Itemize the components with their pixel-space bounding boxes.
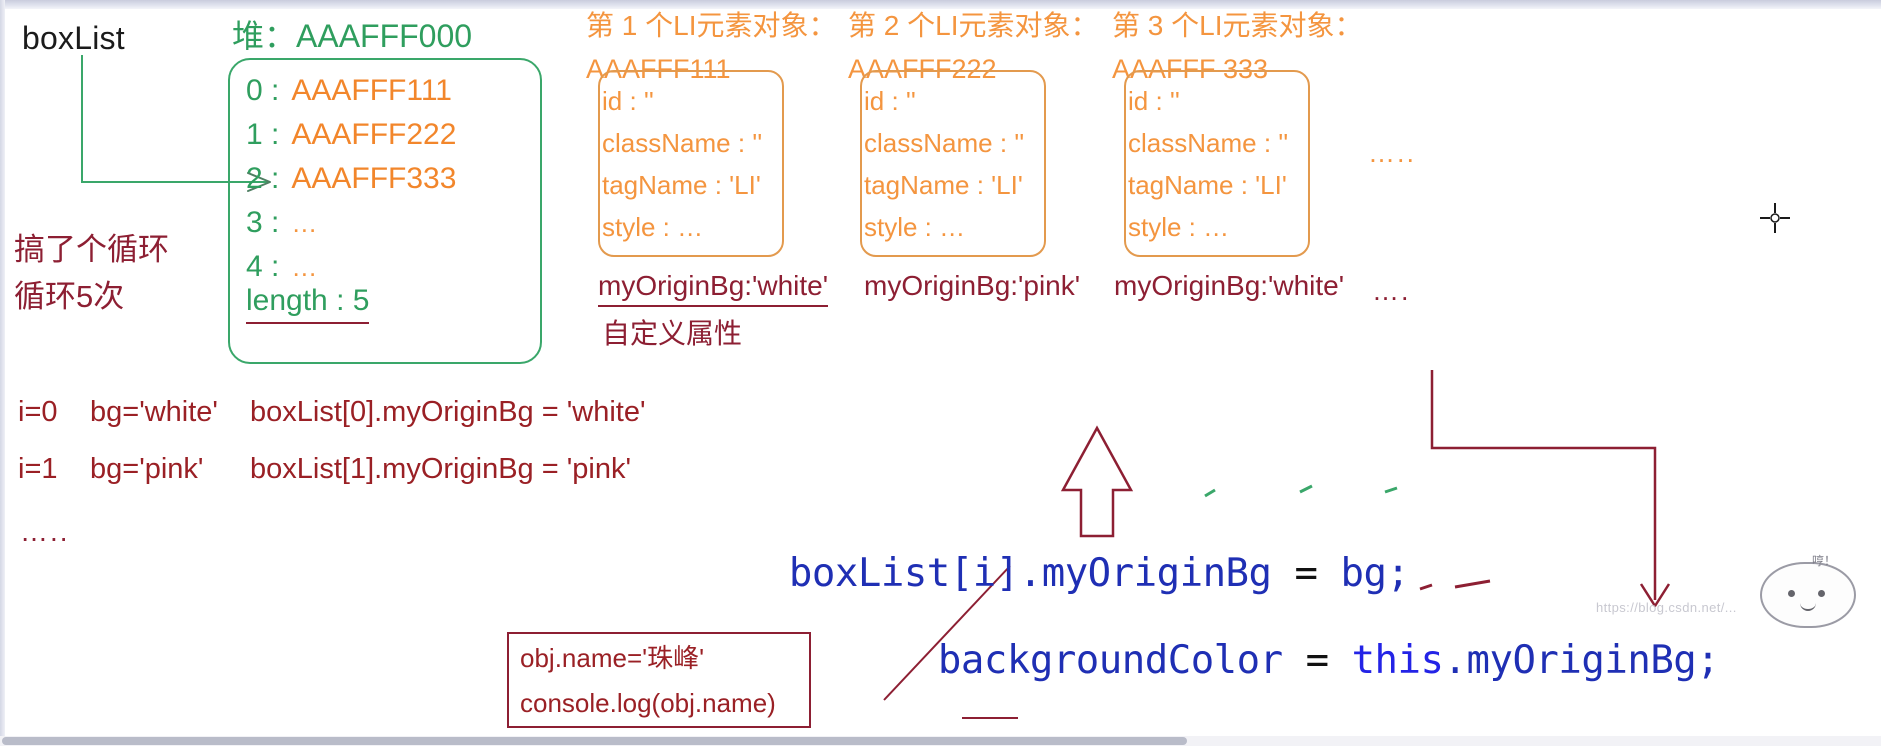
li-objects-trailing-ellipsis: ….. — [1368, 138, 1417, 168]
heap-entry: 0 : AAAFFF111 — [246, 76, 536, 120]
heap-entry: 3 : … — [246, 208, 536, 252]
heap-entry-key: 0 : — [246, 74, 280, 107]
loop-note-line-1: 搞了个循环 — [14, 232, 169, 267]
watermark-url: https://blog.csdn.net/... — [1596, 600, 1737, 615]
heap-entry-key: 4 : — [246, 250, 280, 283]
heap-entry-key: 3 : — [246, 206, 280, 239]
code-line-2-member: .myOriginBg; — [1443, 638, 1720, 683]
heap-entry-value: … — [291, 252, 320, 282]
li-object-3-heading: 第 3 个LI元素对象： — [1112, 10, 1363, 41]
li-prop: tagName : 'LI' — [1128, 170, 1287, 200]
heap-entry-value: … — [291, 208, 320, 238]
li-prop: style : … — [602, 212, 704, 242]
li-object-2-heading: 第 2 个LI元素对象： — [848, 10, 1099, 41]
diagram-canvas: boxList 搞了个循环 循环5次 堆：AAAFFF000 0 : AAAFF… — [0, 0, 1881, 746]
code-line-2: backgroundColor = this.myOriginBg; — [846, 602, 1720, 719]
li-object-1-props: id : '' className : '' tagName : 'LI' st… — [602, 88, 782, 256]
window-left-chrome — [0, 0, 5, 746]
li-prop: className : '' — [602, 128, 763, 158]
li-prop: tagName : 'LI' — [602, 170, 761, 200]
li-prop: style : … — [864, 212, 966, 242]
heap-entry-value: AAAFFF222 — [291, 118, 457, 151]
iteration-bg: bg='pink' — [90, 453, 204, 485]
crosshair-cursor — [1760, 203, 1790, 233]
heap-length-line: length : 5 — [246, 286, 370, 324]
heap-entries: 0 : AAAFFF111 1 : AAAFFF222 2 : AAAFFF33… — [246, 76, 536, 296]
heap-entry-value: AAAFFF333 — [291, 162, 457, 195]
li-prop: id : '' — [602, 86, 654, 116]
loop-note-line-2: 循环5次 — [14, 279, 125, 314]
iteration-statement: boxList[0].myOriginBg = 'white' — [250, 396, 646, 428]
mascot-mouth — [1800, 600, 1816, 611]
li-prop: style : … — [1128, 212, 1230, 242]
iterations-trailing-ellipsis: ….. — [20, 516, 70, 547]
iteration-index: i=0 — [18, 396, 58, 428]
boxlist-variable-label: boxList — [22, 20, 125, 56]
li-object-3-custom-prop: myOriginBg:'white' — [1114, 270, 1345, 301]
li-object-2-props: id : '' className : '' tagName : 'LI' st… — [864, 88, 1044, 256]
heap-entry-key: 2 : — [246, 162, 280, 195]
heap-entry: 1 : AAAFFF222 — [246, 120, 536, 164]
heap-entry-key: 1 : — [246, 118, 280, 151]
heap-entry-value: AAAFFF111 — [291, 74, 452, 107]
li-prop: id : '' — [1128, 86, 1180, 116]
li-prop: className : '' — [1128, 128, 1289, 158]
horizontal-scrollbar-track[interactable] — [0, 736, 1881, 746]
li-object-3-props: id : '' className : '' tagName : 'LI' st… — [1128, 88, 1308, 256]
code-line-1-operator: = — [1271, 551, 1341, 596]
li-object-1-heading: 第 1 个LI元素对象： — [586, 10, 837, 41]
custom-prop-label: 自定义属性 — [602, 318, 743, 349]
iteration-statement: boxList[1].myOriginBg = 'pink' — [250, 453, 631, 485]
li-prop: id : '' — [864, 86, 916, 116]
code-line-2-this: this — [1351, 638, 1444, 683]
window-top-chrome — [0, 0, 1881, 9]
code-line-2-prop: backgroundColor — [937, 638, 1283, 683]
iteration-index: i=1 — [18, 453, 58, 485]
callout-line-2: console.log(obj.name) — [520, 688, 776, 718]
mascot-eye-right — [1818, 590, 1825, 597]
code-line-1-object: boxList[i] — [788, 551, 1019, 596]
li-prop: tagName : 'LI' — [864, 170, 1023, 200]
mascot-label: 哼！ — [1812, 554, 1837, 568]
iteration-row-1: i=1 bg='pink' boxList[1].myOriginBg = 'p… — [18, 455, 631, 484]
heap-entry: 2 : AAAFFF333 — [246, 164, 536, 208]
li-object-1-custom-prop: myOriginBg:'white' — [598, 272, 829, 307]
callout-line-1: obj.name='珠峰' — [520, 643, 705, 673]
code-line-2-operator: = — [1282, 638, 1352, 683]
code-line-1-prop: .myOriginBg — [1018, 551, 1272, 596]
iteration-bg: bg='white' — [90, 396, 218, 428]
custom-prop-trailing-ellipsis: …. — [1372, 276, 1411, 306]
heap-title: 堆：AAAFFF000 — [232, 18, 473, 54]
li-object-2-custom-prop: myOriginBg:'pink' — [864, 270, 1081, 301]
mascot-eye-left — [1788, 590, 1795, 597]
code-line-1-value: bg; — [1340, 551, 1410, 596]
li-prop: className : '' — [864, 128, 1025, 158]
iteration-row-0: i=0 bg='white' boxList[0].myOriginBg = '… — [18, 398, 646, 427]
horizontal-scrollbar-thumb[interactable] — [2, 737, 1187, 745]
mascot-avatar — [1760, 562, 1856, 628]
